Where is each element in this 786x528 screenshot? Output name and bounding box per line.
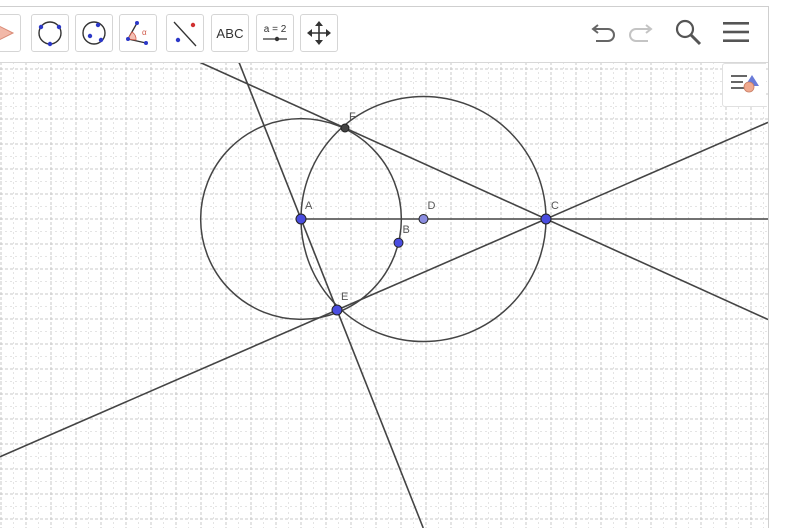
text-tool[interactable]: ABC — [211, 14, 249, 52]
point-A[interactable] — [295, 213, 307, 225]
polygon-tool[interactable] — [0, 14, 21, 52]
point-B[interactable] — [393, 237, 404, 248]
grid — [0, 62, 768, 528]
slider-icon — [260, 35, 290, 43]
point-label-E: E — [341, 291, 348, 303]
style-bar-toggle-icon — [729, 70, 761, 101]
text-tool-label: ABC — [216, 25, 244, 41]
point-D[interactable] — [418, 214, 429, 224]
point-F[interactable] — [340, 123, 350, 133]
graphics-canvas[interactable]: A B C D E F — [0, 62, 768, 528]
undo-icon — [589, 17, 619, 52]
line-CF[interactable] — [198, 62, 768, 321]
redo-icon — [625, 17, 655, 52]
polygon-icon — [0, 18, 17, 48]
circle-three-points-icon — [79, 18, 109, 48]
line-CE[interactable] — [0, 121, 768, 458]
circle-center-point-icon — [35, 18, 65, 48]
circle-center-point-tool[interactable] — [31, 14, 69, 52]
menu-button[interactable] — [721, 19, 751, 49]
angle-tool[interactable]: α — [119, 14, 157, 52]
point-C[interactable] — [540, 213, 552, 225]
style-bar-toggle-button[interactable] — [722, 63, 766, 107]
move-graphics-view-tool[interactable] — [300, 14, 338, 52]
point-label-B: B — [403, 224, 410, 236]
undo-button[interactable] — [589, 19, 619, 49]
point-label-F: F — [349, 111, 356, 123]
svg-text:α: α — [142, 28, 147, 37]
redo-button[interactable] — [625, 19, 655, 49]
construction-points: A B C D E F — [295, 111, 559, 316]
reflect-about-line-tool[interactable] — [166, 14, 204, 52]
point-label-C: C — [551, 200, 559, 212]
hamburger-menu-icon — [721, 17, 751, 52]
search-button[interactable] — [673, 19, 703, 49]
angle-icon: α — [123, 18, 153, 48]
point-label-D: D — [428, 200, 436, 212]
toolbar: α ABC a = 2 — [0, 7, 768, 63]
geogebra-app: α ABC a = 2 A B C D E F — [0, 6, 769, 528]
move-icon — [304, 18, 334, 48]
slider-tool[interactable]: a = 2 — [256, 14, 294, 52]
graphics-view[interactable]: A B C D E F — [0, 62, 768, 528]
search-icon — [673, 17, 703, 52]
point-E[interactable] — [331, 304, 343, 316]
circle-three-points-tool[interactable] — [75, 14, 113, 52]
point-label-A: A — [305, 200, 313, 212]
reflect-icon — [170, 18, 200, 48]
slider-tool-label: a = 2 — [263, 23, 287, 35]
